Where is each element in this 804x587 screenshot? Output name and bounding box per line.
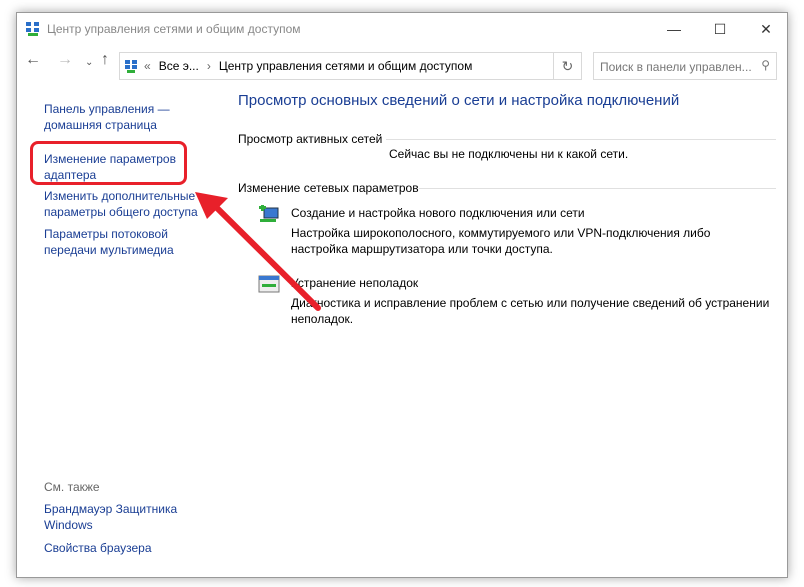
annotation-arrow: [195, 192, 321, 311]
